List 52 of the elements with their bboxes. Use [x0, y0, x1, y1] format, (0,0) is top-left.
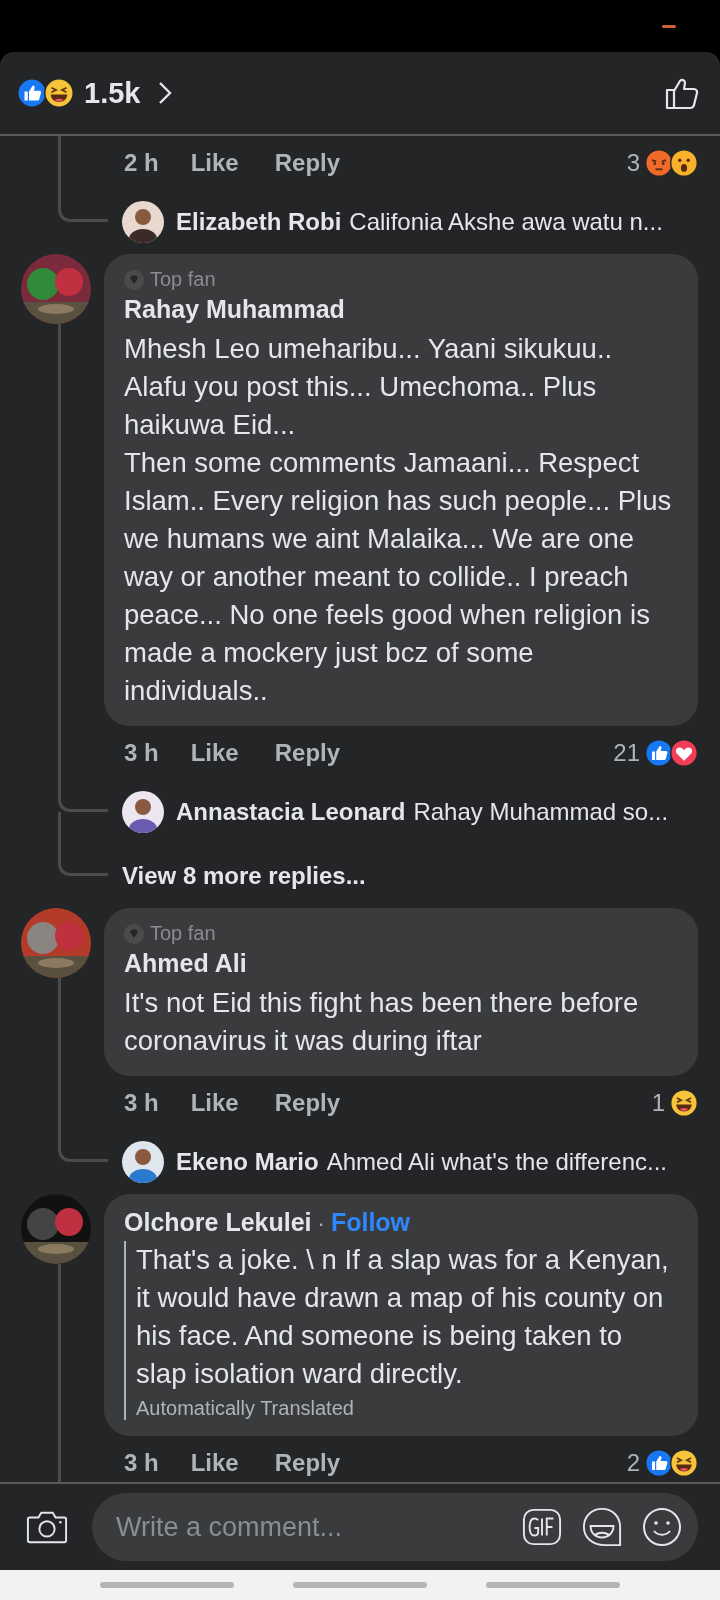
reply-link[interactable]: Reply — [274, 1089, 341, 1117]
reply-author[interactable]: Ekeno Mario — [176, 1148, 319, 1176]
laughing-reaction-icon — [44, 78, 74, 108]
reaction-count: 1 — [651, 1089, 665, 1117]
reply-link[interactable]: Reply — [274, 739, 341, 767]
chevron-right-icon — [158, 81, 173, 105]
nav-handle[interactable] — [293, 1582, 427, 1588]
like-reaction-icon — [17, 78, 47, 108]
like-link[interactable]: Like — [190, 1089, 239, 1117]
comment-time: 3 h — [124, 739, 159, 767]
like-link[interactable]: Like — [190, 739, 239, 767]
sticker-icon[interactable] — [582, 1507, 622, 1547]
reaction-count: 2 — [626, 1449, 640, 1477]
wow-reaction-icon — [670, 149, 698, 177]
comment-field[interactable]: Write a comment... — [92, 1493, 698, 1561]
reply-preview[interactable]: Califonia Akshe awa watu n... — [349, 208, 663, 236]
comment-time: 3 h — [124, 1089, 159, 1117]
author-name[interactable]: Rahay Muhammad — [124, 295, 345, 324]
comment-time: 3 h — [124, 1449, 159, 1477]
like-link[interactable]: Like — [190, 1449, 239, 1477]
separator-dot: · — [317, 1211, 325, 1237]
reaction-count: 21 — [613, 739, 640, 767]
comment-text: That's a joke. \ n If a slap was for a Kenyan, it would have drawn a map of his county on his face. And someone is being taken to slap isolation ward directly. — [136, 1243, 670, 1391]
gif-icon[interactable] — [522, 1507, 562, 1547]
laughing-reaction-icon — [670, 1449, 698, 1477]
angry-reaction-icon — [645, 149, 673, 177]
nav-handle[interactable] — [99, 1582, 234, 1588]
reply-author[interactable]: Annastacia Leonard — [176, 798, 406, 826]
heart-reaction-icon — [670, 739, 698, 767]
reply-preview[interactable]: Rahay Muhammad so... — [413, 798, 669, 826]
laughing-reaction-icon — [670, 1089, 698, 1117]
reaction-count: 3 — [626, 149, 640, 177]
reply-preview[interactable]: Ahmed Ali what's the differenc... — [326, 1148, 668, 1176]
comment-time: 2 h — [124, 149, 159, 177]
reactions-summary[interactable]: 1.5k — [20, 76, 173, 110]
top-fan-label: Top fan — [150, 268, 216, 291]
translation-note: Automatically Translated — [136, 1397, 355, 1420]
reply-link[interactable]: Reply — [274, 1449, 341, 1477]
notification-indicator-icon — [662, 24, 676, 28]
like-link[interactable]: Like — [190, 149, 239, 177]
view-more-replies-link[interactable]: View 8 more replies... — [104, 862, 366, 890]
like-reaction-icon — [645, 1449, 673, 1477]
author-name[interactable]: Ahmed Ali — [124, 949, 247, 978]
reply-link[interactable]: Reply — [274, 149, 341, 177]
reply-author[interactable]: Elizabeth Robi — [176, 208, 342, 236]
nav-handle[interactable] — [486, 1582, 621, 1588]
author-name[interactable]: Olchore Lekulei — [124, 1208, 312, 1237]
top-fan-label: Top fan — [150, 922, 216, 945]
emoji-icon[interactable] — [642, 1507, 682, 1547]
comment-text: Mhesh Leo umeharibu... Yaani sikukuu.. Alafu you post this... Umechoma.. Plus haikuwa Eid... Then some comments Jamaani... Respect Islam.. Every religion has such people... Plus we humans we aint Malaika... We are one way or another meant to collide.. I preach peace... No one feels good when religion is made a mockery just bcz of some individuals.. — [124, 332, 673, 708]
like-reaction-icon — [645, 739, 673, 767]
comment-text: It's not Eid this fight has been there before coronavirus it was during iftar — [124, 986, 640, 1058]
